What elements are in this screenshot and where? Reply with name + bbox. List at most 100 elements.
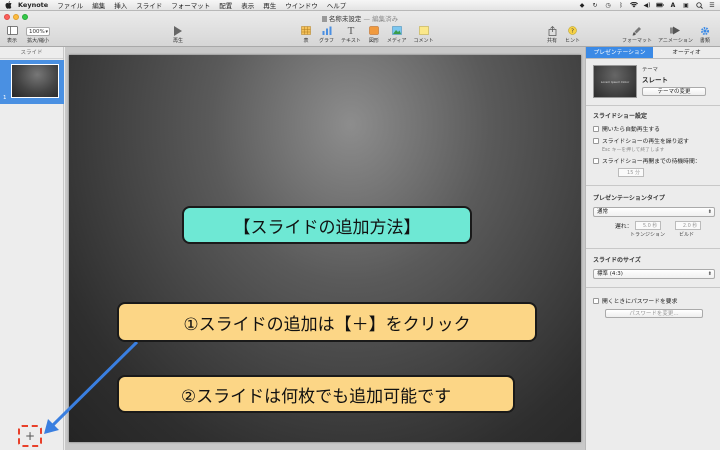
slide-thumbnail-1[interactable]: 1 [0,60,64,104]
build-stepper[interactable]: 2.0 秒 [675,221,702,230]
zoom-control[interactable]: 100% 拡大/縮小 [26,27,50,44]
callout-step2: ②スライドは何枚でも追加可能です [117,375,515,413]
sync-icon[interactable]: ↻ [591,2,599,9]
text-icon: T [347,24,355,37]
media-button[interactable]: メディア [387,25,407,44]
zoom-label: 拡大/縮小 [27,38,49,44]
zoom-select[interactable]: 100% [26,27,50,36]
restart-stepper-wrap: 15 分 [618,168,715,177]
divider [586,248,720,249]
presentation-type-select[interactable]: 通常 [593,207,715,217]
theme-thumbnail[interactable]: Lorem Ipsum Dolor [593,65,637,98]
view-button[interactable]: 表示 [6,25,18,44]
slide-size-select[interactable]: 標準 (4:3) [593,269,715,279]
dropbox-icon[interactable]: ◆ [578,2,586,9]
play-button[interactable]: 再生 [172,25,184,44]
spotlight-icon[interactable] [695,1,703,9]
autoplay-checkbox[interactable] [593,125,599,132]
question-icon: ? [567,25,579,36]
password-checkbox[interactable] [593,297,599,304]
menu-window[interactable]: ウインドウ [285,0,318,10]
wifi-icon[interactable] [630,2,638,9]
menu-play[interactable]: 再生 [263,0,276,10]
document-button[interactable]: 書類 [699,25,711,44]
add-slide-button[interactable]: + [18,425,42,447]
menu-help[interactable]: ヘルプ [327,0,347,10]
restart-label: スライドショー再開までの待機時間： [602,159,701,165]
delay-label: 遅れ： [615,224,633,230]
volume-icon[interactable]: ◀) [643,2,651,9]
table-button[interactable]: 表 [300,25,312,44]
restart-stepper[interactable]: 15 分 [618,168,644,177]
change-theme-button[interactable]: テーマの変更 [642,87,706,96]
play-label: 再生 [172,38,183,44]
slide-size-title: スライドのサイズ [593,257,641,264]
slide-size-section: スライドのサイズ 標準 (4:3) [593,255,715,279]
restart-checkbox[interactable] [593,157,599,164]
input-source-icon[interactable]: A [669,2,677,9]
menu-view[interactable]: 表示 [241,0,254,10]
menu-insert[interactable]: 挿入 [114,0,127,10]
share-button[interactable]: 共有 [546,25,558,44]
hint-button[interactable]: ? ヒント [565,25,580,44]
navigator-header: スライド [0,47,63,59]
battery-icon[interactable] [656,2,664,9]
slide-navigator: スライド 1 + [0,47,64,450]
menu-app-name[interactable]: Keynote [18,1,48,9]
theme-name: スレート [642,76,668,84]
menu-file[interactable]: ファイル [57,0,83,10]
change-password-button[interactable]: パスワードを変更... [605,309,703,318]
table-icon [300,25,312,36]
password-row: 開くときにパスワードを要求 [593,296,715,305]
shape-button[interactable]: 図形 [368,25,380,44]
share-label: 共有 [546,38,557,44]
menu-edit[interactable]: 編集 [92,0,105,10]
restart-row: スライドショー再開までの待機時間： [593,156,715,165]
animate-button[interactable]: アニメーション [658,25,693,44]
divider [586,287,720,288]
transition-stepper[interactable]: 5.0 秒 [635,221,662,230]
tab-presentation[interactable]: プレゼンテーション [586,47,653,58]
autoplay-row: 開いたら自動再生する [593,124,715,133]
slideshow-settings-section: スライドショー設定 開いたら自動再生する スライドショーの再生を繰り返す Esc… [593,111,715,177]
toolbar-play-group: 再生 [172,25,184,44]
apple-icon[interactable] [4,1,12,9]
view-icon [6,25,18,36]
notification-center-icon[interactable]: ☰ [708,2,716,9]
paintbrush-icon [631,25,643,36]
divider [586,105,720,106]
transition-label: トランジション [630,232,666,238]
comment-label: コメント [413,38,434,44]
delay-sublabels: トランジション ビルド [593,231,715,238]
window-title-text[interactable]: 名称未設定 [329,15,362,23]
user-icon[interactable]: ▣ [682,2,690,9]
bluetooth-icon[interactable]: ᛒ [617,2,625,9]
media-icon [391,25,403,36]
tab-audio[interactable]: オーディオ [653,47,720,58]
document-icon [321,16,327,22]
chart-button[interactable]: グラフ [319,25,334,44]
comment-icon [418,25,430,36]
autoplay-label: 開いたら自動再生する [602,127,660,133]
text-label: テキスト [341,38,361,44]
theme-section: Lorem Ipsum Dolor テーマ スレート テーマの変更 [593,65,706,98]
shape-icon [368,25,380,36]
comment-button[interactable]: コメント [414,25,434,44]
menu-arrange[interactable]: 配置 [219,0,232,10]
window-title-status: — 編集済み [363,15,399,23]
document-label: 書類 [699,38,710,44]
text-button[interactable]: T テキスト [341,24,361,45]
menu-format[interactable]: フォーマット [171,0,210,10]
loop-checkbox[interactable] [593,137,599,144]
timemachine-icon[interactable]: ◷ [604,2,612,9]
delay-row: 遅れ： 5.0 秒 2.0 秒 [593,221,715,230]
loop-hint: Esc キーを押して終了します [602,148,665,153]
presentation-type-title: プレゼンテーションタイプ [593,195,665,202]
view-label: 表示 [6,38,17,44]
password-section: 開くときにパスワードを要求 パスワードを変更... [593,292,715,318]
menu-slide[interactable]: スライド [136,0,162,10]
format-button[interactable]: フォーマット [622,25,652,44]
animation-icon [669,25,681,36]
animate-label: アニメーション [658,38,693,44]
slide-number: 1 [3,95,7,101]
